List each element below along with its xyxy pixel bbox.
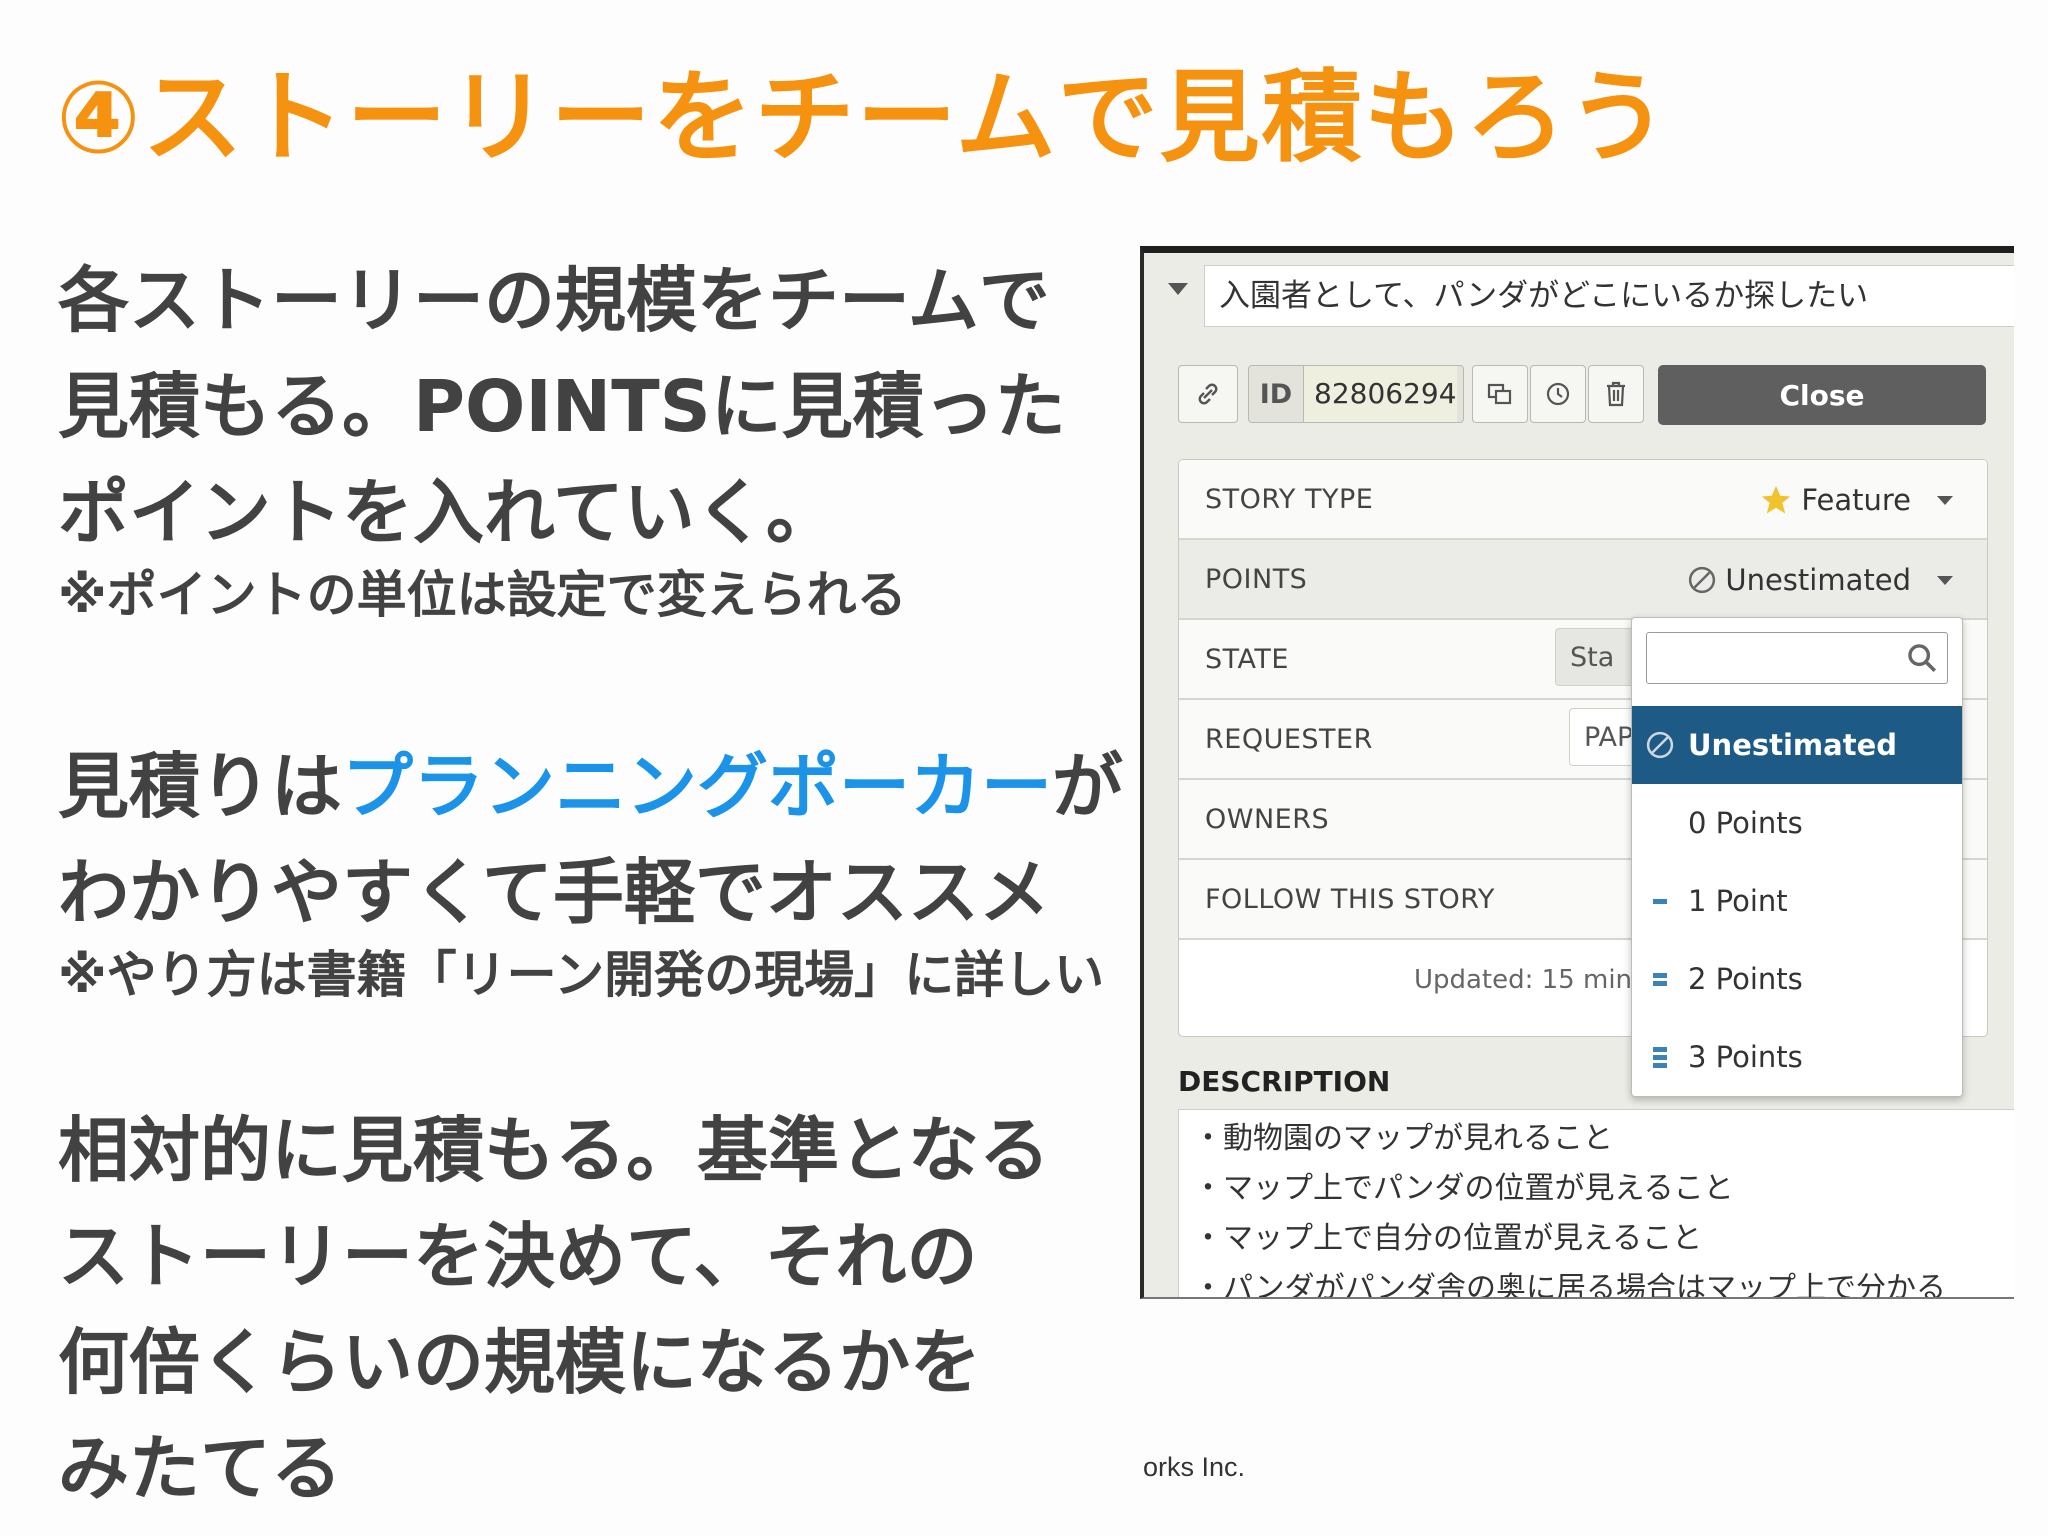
paragraph-planning-poker: 見積りはプランニングポーカーが わかりやすくて手軽でオススメ xyxy=(58,734,1123,946)
option-0-points[interactable]: 0 Points xyxy=(1632,784,1962,862)
unestimated-icon xyxy=(1689,566,1716,594)
owners-label: OWNERS xyxy=(1205,804,1330,835)
search-icon xyxy=(1908,644,1937,673)
option-label: 1 Point xyxy=(1688,884,1788,918)
clone-button[interactable] xyxy=(1472,365,1528,423)
paragraph-line: 相対的に見積もる。基準となる xyxy=(58,1109,1050,1192)
paragraph-line: ストーリーを決めて、それの xyxy=(58,1215,978,1298)
story-type-value: Feature xyxy=(1801,483,1911,517)
slide-title: ④ストーリーをチームで見積もろう xyxy=(56,59,1670,176)
link-button[interactable] xyxy=(1178,365,1238,423)
description-title: DESCRIPTION xyxy=(1178,1065,1391,1098)
two-points-icon xyxy=(1653,972,1667,986)
points-search-input[interactable] xyxy=(1646,632,1948,684)
clone-icon xyxy=(1487,383,1512,405)
state-label: STATE xyxy=(1205,644,1289,675)
option-label: 0 Points xyxy=(1688,806,1803,840)
story-type-select[interactable]: Feature xyxy=(1759,460,1953,540)
id-value[interactable]: 82806294 xyxy=(1303,366,1457,422)
paragraph-line: 見積りはプランニングポーカーが xyxy=(58,734,1123,840)
requester-label: REQUESTER xyxy=(1205,724,1373,755)
three-points-icon xyxy=(1653,1046,1667,1068)
close-button[interactable]: Close xyxy=(1658,365,1986,425)
link-icon xyxy=(1198,383,1218,405)
points-value: Unestimated xyxy=(1725,563,1911,597)
one-point-icon xyxy=(1653,898,1667,904)
paragraph-line: 各ストーリーの規模をチームで xyxy=(58,259,1050,342)
description-line: ・パンダがパンダ舎の奥に居る場合はマップ上で分かる xyxy=(1193,1271,1946,1299)
option-1-point[interactable]: 1 Point xyxy=(1632,862,1962,940)
star-icon xyxy=(1762,485,1791,514)
option-label: Unestimated xyxy=(1688,728,1898,762)
description-line: ・マップ上でパンダの位置が見えること xyxy=(1193,1171,1734,1206)
points-select[interactable]: Unestimated xyxy=(1687,540,1953,620)
text-segment: 見積りは xyxy=(58,745,343,828)
paragraph-line: 見積もる。POINTSに見積った xyxy=(58,365,1066,448)
paragraph-line: みたてる xyxy=(58,1427,343,1510)
unestimated-icon xyxy=(1646,731,1674,759)
note-points-unit: ※ポイントの単位は設定で変えられる xyxy=(58,566,907,624)
option-3-points[interactable]: 3 Points xyxy=(1632,1018,1962,1096)
description-line: ・マップ上で自分の位置が見えること xyxy=(1193,1221,1703,1256)
story-panel: 入園者として、パンダがどこにいるか探したい ID 82806294 Close … xyxy=(1140,246,2014,1299)
chevron-down-icon xyxy=(1937,575,1953,585)
points-label: POINTS xyxy=(1205,564,1308,595)
paragraph-line: 何倍くらいの規模になるかを xyxy=(58,1321,982,1404)
option-unestimated[interactable]: Unestimated xyxy=(1632,706,1962,784)
history-button[interactable] xyxy=(1530,365,1586,423)
note-book-reference: ※やり方は書籍「リーン開発の現場」に詳しい xyxy=(58,946,1105,1004)
planning-poker-highlight: プランニングポーカー xyxy=(342,745,1053,828)
follow-label: FOLLOW THIS STORY xyxy=(1205,884,1495,915)
clock-icon xyxy=(1546,382,1570,406)
row-points[interactable]: POINTS Unestimated xyxy=(1179,540,1987,620)
option-label: 2 Points xyxy=(1688,962,1803,996)
collapse-caret-icon[interactable] xyxy=(1168,283,1188,295)
text-segment: が xyxy=(1052,745,1124,828)
delete-button[interactable] xyxy=(1588,365,1644,423)
story-name-field[interactable]: 入園者として、パンダがどこにいるか探したい xyxy=(1204,265,2014,327)
option-label: 3 Points xyxy=(1688,1040,1803,1074)
paragraph-estimate: 各ストーリーの規模をチームで 見積もる。POINTSに見積った ポイントを入れて… xyxy=(58,248,1066,566)
paragraph-line: ポイントを入れていく。 xyxy=(58,471,837,554)
chevron-down-icon xyxy=(1937,495,1953,505)
option-2-points[interactable]: 2 Points xyxy=(1632,940,1962,1018)
story-type-label: STORY TYPE xyxy=(1205,484,1374,515)
id-field[interactable]: ID 82806294 xyxy=(1248,365,1464,423)
paragraph-relative-estimation: 相対的に見積もる。基準となる ストーリーを決めて、それの 何倍くらいの規模になる… xyxy=(58,1098,1050,1522)
description-field[interactable]: ・動物園のマップが見れること ・マップ上でパンダの位置が見えること ・マップ上で… xyxy=(1178,1109,2014,1299)
footer-copyright: orks Inc. xyxy=(1143,1452,1246,1482)
points-dropdown: Unestimated 0 Points 1 Point 2 Points 3 … xyxy=(1631,617,1963,1097)
row-story-type[interactable]: STORY TYPE Feature xyxy=(1179,460,1987,540)
paragraph-line: わかりやすくて手軽でオススメ xyxy=(58,851,1050,934)
description-line: ・動物園のマップが見れること xyxy=(1193,1121,1613,1156)
id-label: ID xyxy=(1259,378,1293,410)
trash-icon xyxy=(1607,381,1625,407)
